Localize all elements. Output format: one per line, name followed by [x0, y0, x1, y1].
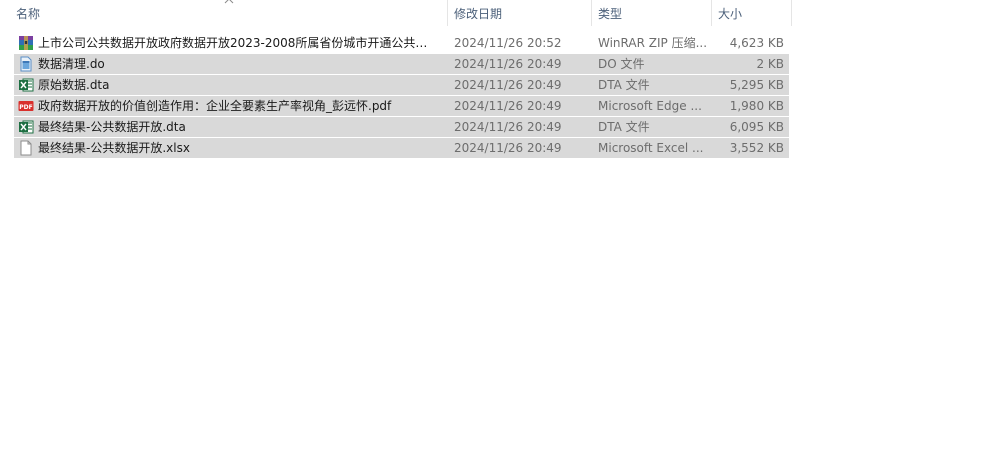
- column-header-date[interactable]: 修改日期: [454, 0, 590, 26]
- winrar-archive-icon: [19, 36, 33, 50]
- file-name: 上市公司公共数据开放政府数据开放2023-2008所属省份城市开通公共数...: [38, 36, 438, 50]
- file-type: DO 文件: [598, 57, 645, 71]
- column-header-size-label: 大小: [718, 7, 743, 21]
- do-file-icon: [20, 56, 32, 72]
- file-date: 2024/11/26 20:52: [454, 36, 562, 50]
- file-row[interactable]: 最终结果-公共数据开放.xlsx 2024/11/26 20:49 Micros…: [14, 138, 789, 158]
- file-name: 原始数据.dta: [38, 78, 110, 92]
- file-type: WinRAR ZIP 压缩...: [598, 36, 708, 50]
- file-list: 上市公司公共数据开放政府数据开放2023-2008所属省份城市开通公共数... …: [14, 33, 789, 159]
- file-size: 1,980 KB: [729, 99, 784, 113]
- svg-text:PDF: PDF: [19, 104, 32, 111]
- column-header-bar: 名称 修改日期 类型 大小: [0, 0, 792, 26]
- file-name: 政府数据开放的价值创造作用：企业全要素生产率视角_彭远怀.pdf: [38, 99, 392, 113]
- file-row[interactable]: 最终结果-公共数据开放.dta 2024/11/26 20:49 DTA 文件 …: [14, 117, 789, 137]
- file-name: 最终结果-公共数据开放.dta: [38, 120, 186, 134]
- column-header-type[interactable]: 类型: [598, 0, 710, 26]
- file-explorer-window: 名称 修改日期 类型 大小 上市公司公共数据开放政府数据开放2023-2008所…: [0, 0, 986, 457]
- column-header-type-label: 类型: [598, 7, 623, 21]
- column-divider[interactable]: [791, 0, 792, 26]
- file-name: 数据清理.do: [38, 57, 105, 71]
- column-divider[interactable]: [711, 0, 712, 26]
- pdf-icon: PDF: [18, 101, 34, 111]
- file-date: 2024/11/26 20:49: [454, 99, 562, 113]
- excel-icon: [19, 78, 34, 92]
- blank-file-icon: [20, 140, 32, 156]
- file-date: 2024/11/26 20:49: [454, 141, 562, 155]
- column-header-date-label: 修改日期: [454, 7, 503, 21]
- file-size: 3,552 KB: [729, 141, 784, 155]
- column-header-name[interactable]: 名称: [16, 0, 446, 26]
- column-header-name-label: 名称: [16, 7, 41, 21]
- file-type: DTA 文件: [598, 78, 650, 92]
- column-header-size[interactable]: 大小: [718, 0, 790, 26]
- excel-icon: [19, 120, 34, 134]
- file-size: 6,095 KB: [729, 120, 784, 134]
- file-size: 4,623 KB: [729, 36, 784, 50]
- file-date: 2024/11/26 20:49: [454, 78, 562, 92]
- file-size: 2 KB: [756, 57, 784, 71]
- file-date: 2024/11/26 20:49: [454, 57, 562, 71]
- file-name: 最终结果-公共数据开放.xlsx: [38, 141, 190, 155]
- file-type: Microsoft Excel ...: [598, 141, 704, 155]
- file-size: 5,295 KB: [729, 78, 784, 92]
- file-row[interactable]: 数据清理.do 2024/11/26 20:49 DO 文件 2 KB: [14, 54, 789, 74]
- file-date: 2024/11/26 20:49: [454, 120, 562, 134]
- file-row[interactable]: 原始数据.dta 2024/11/26 20:49 DTA 文件 5,295 K…: [14, 75, 789, 95]
- column-divider[interactable]: [447, 0, 448, 26]
- column-divider[interactable]: [591, 0, 592, 26]
- file-row[interactable]: 上市公司公共数据开放政府数据开放2023-2008所属省份城市开通公共数... …: [14, 33, 789, 53]
- file-type: Microsoft Edge ...: [598, 99, 702, 113]
- file-type: DTA 文件: [598, 120, 650, 134]
- file-row[interactable]: PDF 政府数据开放的价值创造作用：企业全要素生产率视角_彭远怀.pdf 202…: [14, 96, 789, 116]
